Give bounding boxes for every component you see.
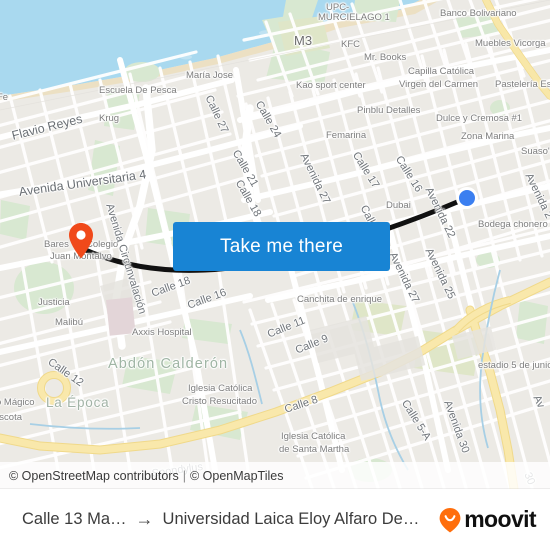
take-me-there-button[interactable]: Take me there xyxy=(173,222,390,271)
arrow-right-icon: → xyxy=(135,509,154,529)
map-screenshot: FeEscuela De PescaMaría JoseKrugFlavio R… xyxy=(0,0,550,550)
take-me-there-label: Take me there xyxy=(220,235,343,257)
route-origin-label: Calle 13 Ma… xyxy=(22,510,127,528)
footer-bar: Calle 13 Ma… → Universidad Laica Eloy Al… xyxy=(0,489,550,550)
moovit-wordmark: moovit xyxy=(464,506,536,532)
route-destination-label: Universidad Laica Eloy Alfaro De M… xyxy=(162,510,423,528)
attribution-omt[interactable]: © OpenMapTiles xyxy=(190,469,284,483)
moovit-pin-icon xyxy=(439,507,461,532)
moovit-logo[interactable]: moovit xyxy=(438,506,550,533)
attribution-separator: | xyxy=(182,468,186,483)
route-summary[interactable]: Calle 13 Ma… → Universidad Laica Eloy Al… xyxy=(0,509,438,530)
origin-pin-icon[interactable] xyxy=(67,222,95,260)
map-canvas[interactable]: FeEscuela De PescaMaría JoseKrugFlavio R… xyxy=(0,0,550,489)
attribution-osm[interactable]: © OpenStreetMap contributors xyxy=(9,469,179,483)
destination-dot[interactable] xyxy=(456,187,478,209)
map-attribution: © OpenStreetMap contributors | © OpenMap… xyxy=(0,462,550,489)
